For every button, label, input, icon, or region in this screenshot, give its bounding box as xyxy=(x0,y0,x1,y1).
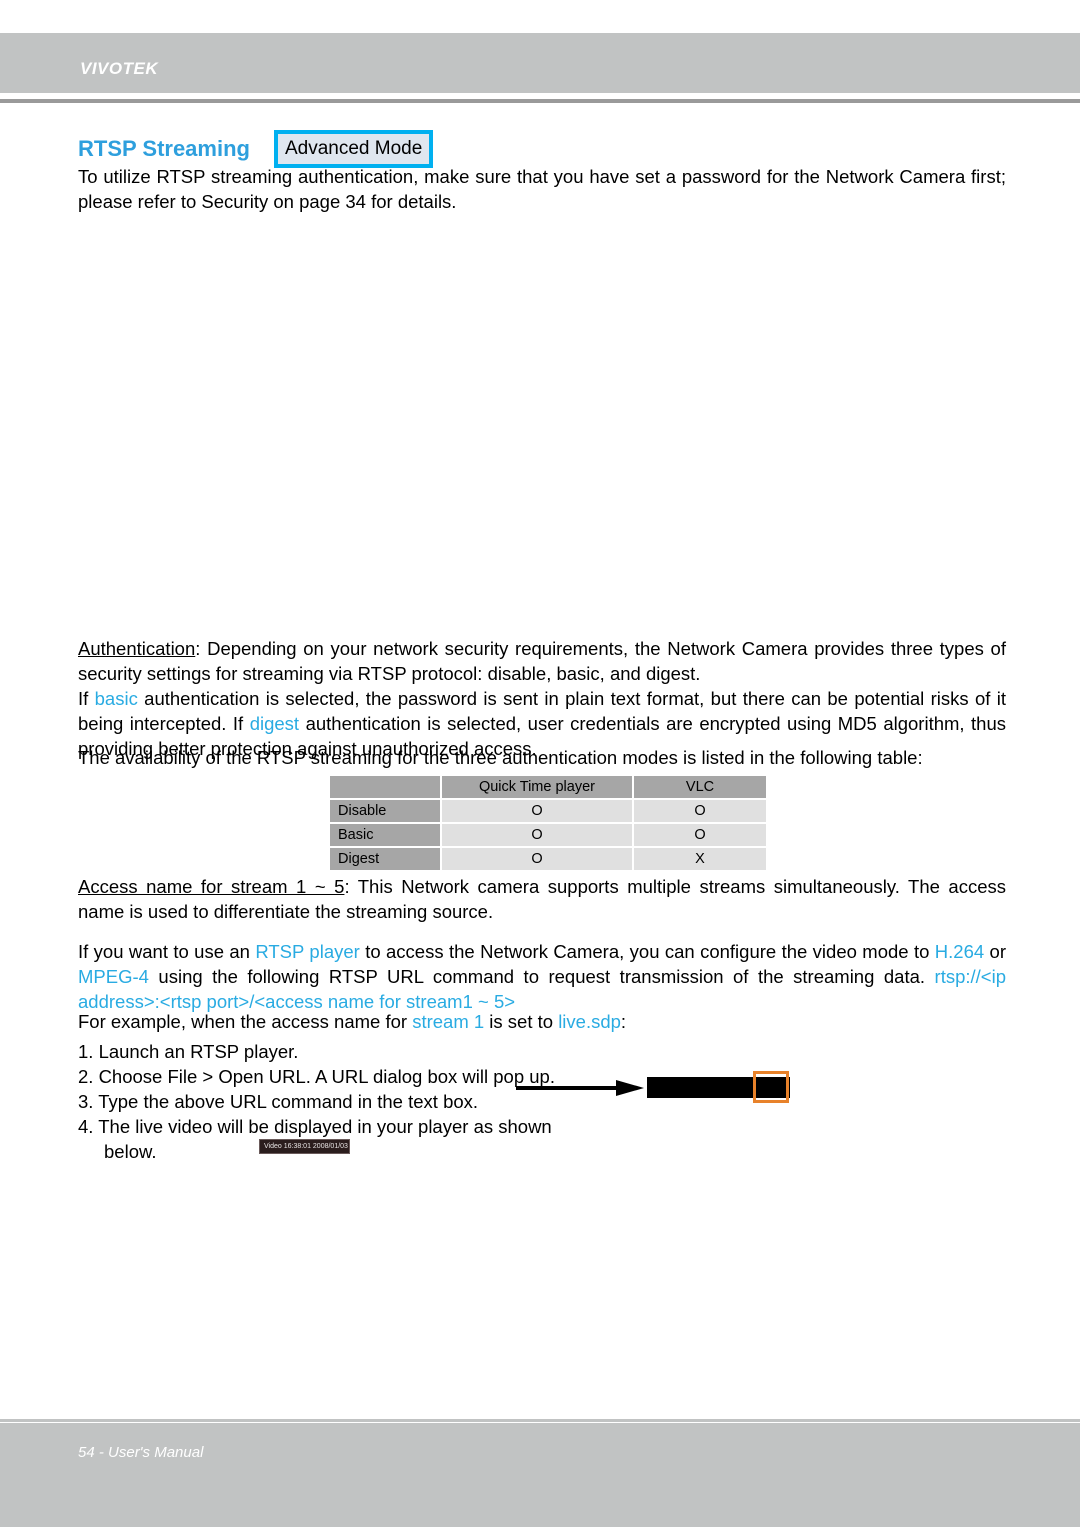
example-text-b: is set to xyxy=(484,1011,559,1032)
row-label-disable: Disable xyxy=(330,800,440,822)
list-item: 1. Launch an RTSP player. xyxy=(78,1041,299,1062)
cell-digest-vlc: X xyxy=(634,848,766,870)
page-footer-band xyxy=(0,1423,1080,1527)
table-row: Basic O O xyxy=(330,824,766,846)
page-header-band xyxy=(0,33,1080,93)
column-header-quicktime: Quick Time player xyxy=(441,776,633,798)
cell-basic-quicktime: O xyxy=(441,824,633,846)
rtsp-player-paragraph: If you want to use an RTSP player to acc… xyxy=(78,939,1006,1014)
digest-keyword: digest xyxy=(249,713,300,734)
row-label-digest: Digest xyxy=(330,848,440,870)
rtsp-text-b: to access the Network Camera, you can co… xyxy=(359,941,935,962)
rtsp-text-d: using the following RTSP URL command to … xyxy=(148,966,935,987)
rtsp-text-c: or xyxy=(984,941,1007,962)
list-item: 4. The live video will be displayed in y… xyxy=(78,1116,552,1137)
intro-paragraph: To utilize RTSP streaming authentication… xyxy=(78,166,1006,212)
column-header-vlc: VLC xyxy=(634,776,766,798)
video-player-window: Video 16:38:01 2008/01/03 xyxy=(259,1139,350,1154)
footer-page-label: 54 - User's Manual xyxy=(78,1444,204,1461)
row-label-basic: Basic xyxy=(330,824,440,846)
brand-logo: VIVOTEK xyxy=(80,59,159,78)
footer-divider xyxy=(0,1419,1080,1422)
annotation-highlight-box xyxy=(753,1071,789,1103)
advanced-mode-badge: Advanced Mode xyxy=(273,130,434,168)
auth-text-a: If xyxy=(78,688,95,709)
authentication-line1: : Depending on your network security req… xyxy=(78,638,1006,684)
list-item-continuation: below. xyxy=(104,1141,157,1162)
cell-disable-quicktime: O xyxy=(441,800,633,822)
cell-basic-vlc: O xyxy=(634,824,766,846)
page-title: RTSP Streaming xyxy=(78,136,250,161)
access-name-label: Access name for stream 1 ~ 5 xyxy=(78,876,345,897)
authentication-label: Authentication xyxy=(78,638,196,659)
rtsp-availability-table: Quick Time player VLC Disable O O Basic … xyxy=(328,774,768,872)
annotation-arrow-icon xyxy=(516,1080,644,1096)
authentication-paragraph: Authentication: Depending on your networ… xyxy=(78,636,1006,686)
availability-intro: The availability of the RTSP streaming f… xyxy=(78,747,923,768)
steps-list: 1. Launch an RTSP player. 2. Choose File… xyxy=(78,1039,718,1164)
title-row: RTSP Streaming Advanced Mode xyxy=(78,130,434,168)
cell-digest-quicktime: O xyxy=(441,848,633,870)
table-row: Disable O O xyxy=(330,800,766,822)
header-divider xyxy=(0,99,1080,103)
livesdp-keyword: live.sdp xyxy=(558,1011,621,1032)
table-corner-cell xyxy=(330,776,440,798)
rtsp-example-paragraph: For example, when the access name for st… xyxy=(78,1009,1006,1034)
example-text-a: For example, when the access name for xyxy=(78,1011,413,1032)
basic-keyword: basic xyxy=(94,688,138,709)
access-name-paragraph: Access name for stream 1 ~ 5: This Netwo… xyxy=(78,874,1006,924)
rtsp-player-keyword: RTSP player xyxy=(255,941,360,962)
cell-disable-vlc: O xyxy=(634,800,766,822)
rtsp-text-a: If you want to use an xyxy=(78,941,256,962)
stream1-keyword: stream 1 xyxy=(412,1011,485,1032)
example-text-c: : xyxy=(620,1011,627,1032)
h264-keyword: H.264 xyxy=(934,941,985,962)
table-header-row: Quick Time player VLC xyxy=(330,776,766,798)
video-player-titlebar: Video 16:38:01 2008/01/03 xyxy=(264,1143,348,1150)
mpeg4-keyword: MPEG-4 xyxy=(78,966,149,987)
table-row: Digest O X xyxy=(330,848,766,870)
